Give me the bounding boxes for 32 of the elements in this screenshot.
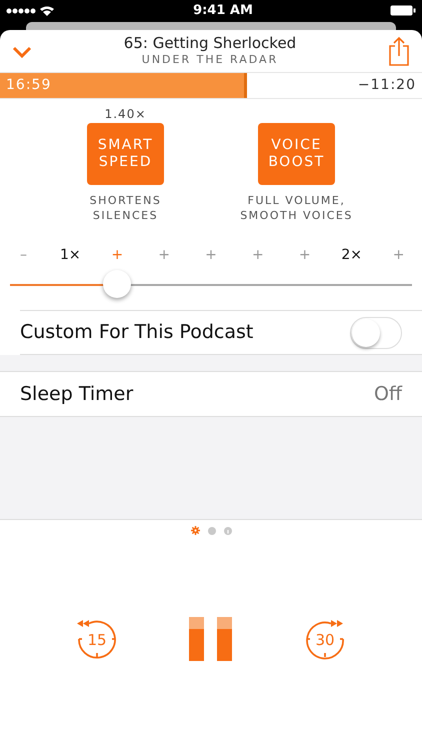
episode-title: 65: Getting Sherlocked bbox=[124, 34, 296, 52]
slider-thumb[interactable] bbox=[102, 270, 131, 298]
speed-tick: + bbox=[392, 246, 406, 265]
skip-back-button[interactable]: 15 bbox=[75, 617, 119, 661]
share-button[interactable] bbox=[388, 36, 410, 66]
effect-button[interactable]: SMART SPEED bbox=[87, 123, 164, 185]
effect-caption: FULL VOLUME, SMOOTH VOICES bbox=[239, 193, 354, 223]
toggle-switch[interactable] bbox=[350, 316, 402, 348]
setting-label: Sleep Timer bbox=[20, 382, 134, 407]
setting-label: Custom For This Podcast bbox=[20, 320, 254, 346]
setting-value: Off bbox=[374, 382, 402, 407]
effect-caption: SHORTENS SILENCES bbox=[88, 193, 162, 223]
podcast-name: UNDER THE RADAR bbox=[140, 52, 280, 68]
speed-reading: 1.40× bbox=[104, 106, 146, 123]
effect-button[interactable]: VOICE BOOST bbox=[258, 123, 335, 185]
speed-tick: – bbox=[18, 246, 28, 265]
speed-tick: + bbox=[110, 246, 124, 265]
elapsed-time: 16:59 bbox=[6, 76, 52, 95]
remaining-time: −11:20 bbox=[358, 76, 416, 95]
speed-tick: + bbox=[298, 246, 312, 265]
progress-bar[interactable]: 16:59 −11:20 bbox=[0, 72, 422, 99]
settings-icon[interactable] bbox=[190, 526, 200, 535]
pause-button[interactable] bbox=[189, 617, 233, 661]
speed-tick: 1× bbox=[59, 246, 82, 265]
skip-forward-button[interactable]: 30 bbox=[303, 617, 347, 661]
speed-tick: + bbox=[251, 246, 265, 265]
speed-tick: 2× bbox=[340, 246, 363, 265]
status-time: 9:41 AM bbox=[193, 2, 253, 20]
speed-tick: + bbox=[204, 246, 218, 265]
info-icon[interactable] bbox=[224, 526, 232, 534]
speed-tick: + bbox=[157, 246, 171, 265]
page-dot[interactable] bbox=[208, 526, 216, 534]
